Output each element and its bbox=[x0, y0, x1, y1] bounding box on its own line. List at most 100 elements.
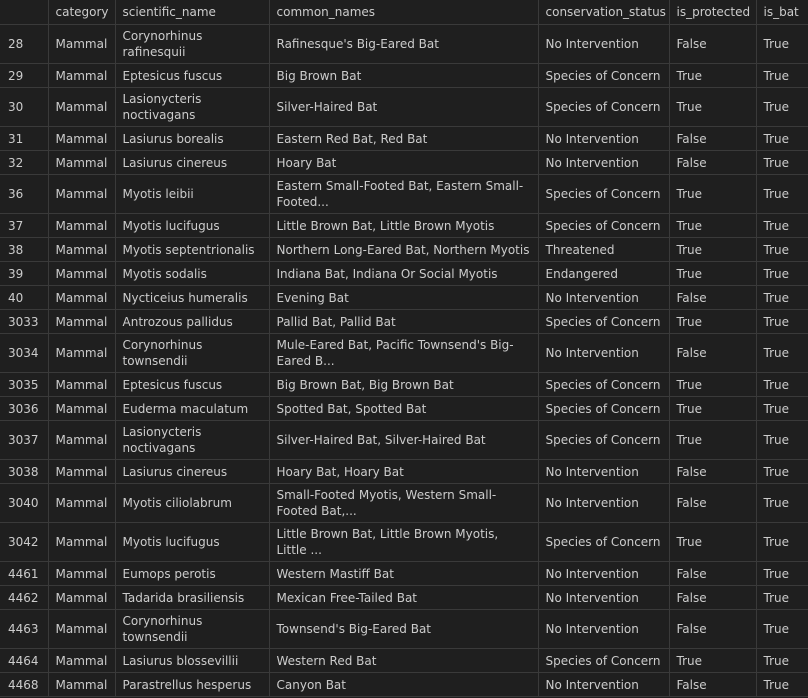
table-row: 38 Mammal Myotis septentrionalis Northern L… bbox=[0, 237, 808, 262]
conservation-status-column-header[interactable]: conservation_status bbox=[538, 0, 670, 25]
row-index: 30 bbox=[0, 87, 49, 127]
conservation-status-cell: No Intervention bbox=[538, 126, 670, 151]
is-bat-cell: True bbox=[756, 285, 808, 310]
row-index: 3035 bbox=[0, 372, 49, 397]
category-cell: Mammal bbox=[48, 213, 116, 238]
scientific-name-cell: Lasiurus borealis bbox=[115, 126, 270, 151]
common-names-cell: Small-Footed Myotis, Western Small-Foote… bbox=[269, 483, 539, 523]
is-protected-cell: True bbox=[669, 522, 757, 562]
common-names-cell: Rafinesque's Big-Eared Bat bbox=[269, 24, 539, 64]
category-cell: Mammal bbox=[48, 237, 116, 262]
category-cell: Mammal bbox=[48, 150, 116, 175]
common-names-cell: Little Brown Bat, Little Brown Myotis bbox=[269, 213, 539, 238]
category-cell: Mammal bbox=[48, 459, 116, 484]
row-index: 3042 bbox=[0, 522, 49, 562]
row-index: 3033 bbox=[0, 309, 49, 334]
is-protected-column-header[interactable]: is_protected bbox=[669, 0, 757, 25]
is-protected-cell: True bbox=[669, 372, 757, 397]
scientific-name-cell: Lasiurus cinereus bbox=[115, 459, 270, 484]
row-index: 29 bbox=[0, 63, 49, 88]
row-index: 40 bbox=[0, 285, 49, 310]
common-names-cell: Silver-Haired Bat bbox=[269, 87, 539, 127]
is-bat-cell: True bbox=[756, 150, 808, 175]
scientific-name-column-header[interactable]: scientific_name bbox=[115, 0, 270, 25]
is-protected-cell: False bbox=[669, 126, 757, 151]
row-index: 4464 bbox=[0, 648, 49, 673]
table-row: 32 Mammal Lasiurus cinereus Hoary Bat No Int… bbox=[0, 150, 808, 175]
table-row: 3034 Mammal Corynorhinus townsendii Mule-Ea… bbox=[0, 333, 808, 373]
category-cell: Mammal bbox=[48, 609, 116, 649]
common-names-cell: Little Brown Bat, Little Brown Myotis, L… bbox=[269, 522, 539, 562]
is-protected-cell: False bbox=[669, 24, 757, 64]
is-protected-cell: True bbox=[669, 261, 757, 286]
conservation-status-cell: Species of Concern bbox=[538, 648, 670, 673]
is-protected-cell: False bbox=[669, 483, 757, 523]
common-names-cell: Mule-Eared Bat, Pacific Townsend's Big-E… bbox=[269, 333, 539, 373]
is-bat-cell: True bbox=[756, 174, 808, 214]
is-bat-cell: True bbox=[756, 585, 808, 610]
table-row: 39 Mammal Myotis sodalis Indiana Bat, India… bbox=[0, 261, 808, 286]
row-index: 36 bbox=[0, 174, 49, 214]
category-cell: Mammal bbox=[48, 420, 116, 460]
is-bat-cell: True bbox=[756, 87, 808, 127]
is-bat-cell: True bbox=[756, 672, 808, 697]
conservation-status-cell: Species of Concern bbox=[538, 396, 670, 421]
conservation-status-cell: No Intervention bbox=[538, 672, 670, 697]
table-row: 40 Mammal Nycticeius humeralis Evening Bat N… bbox=[0, 285, 808, 310]
conservation-status-cell: Endangered bbox=[538, 261, 670, 286]
row-index: 3034 bbox=[0, 333, 49, 373]
row-index: 3037 bbox=[0, 420, 49, 460]
common-names-cell: Silver-Haired Bat, Silver-Haired Bat bbox=[269, 420, 539, 460]
is-bat-cell: True bbox=[756, 561, 808, 586]
conservation-status-cell: Species of Concern bbox=[538, 420, 670, 460]
is-protected-cell: False bbox=[669, 150, 757, 175]
conservation-status-cell: No Intervention bbox=[538, 609, 670, 649]
common-names-column-header[interactable]: common_names bbox=[269, 0, 539, 25]
row-index: 38 bbox=[0, 237, 49, 262]
table-row: 3040 Mammal Myotis ciliolabrum Small-Footed… bbox=[0, 483, 808, 523]
category-cell: Mammal bbox=[48, 126, 116, 151]
category-cell: Mammal bbox=[48, 372, 116, 397]
row-index: 4463 bbox=[0, 609, 49, 649]
table-row: 37 Mammal Myotis lucifugus Little Brown Bat… bbox=[0, 213, 808, 238]
scientific-name-cell: Antrozous pallidus bbox=[115, 309, 270, 334]
row-index: 4462 bbox=[0, 585, 49, 610]
row-index: 4468 bbox=[0, 672, 49, 697]
data-table: category scientific_name common_names co… bbox=[0, 0, 808, 697]
is-protected-cell: True bbox=[669, 309, 757, 334]
common-names-cell: Big Brown Bat, Big Brown Bat bbox=[269, 372, 539, 397]
is-protected-cell: True bbox=[669, 648, 757, 673]
is-protected-cell: True bbox=[669, 420, 757, 460]
table-row: 31 Mammal Lasiurus borealis Eastern Red Bat… bbox=[0, 126, 808, 151]
is-protected-cell: True bbox=[669, 63, 757, 88]
common-names-cell: Eastern Small-Footed Bat, Eastern Small-… bbox=[269, 174, 539, 214]
is-bat-column-header[interactable]: is_bat bbox=[756, 0, 808, 25]
conservation-status-cell: Species of Concern bbox=[538, 213, 670, 238]
table-row: 3033 Mammal Antrozous pallidus Pallid Bat, … bbox=[0, 309, 808, 334]
conservation-status-cell: No Intervention bbox=[538, 459, 670, 484]
is-bat-cell: True bbox=[756, 213, 808, 238]
conservation-status-cell: No Intervention bbox=[538, 561, 670, 586]
is-protected-cell: True bbox=[669, 237, 757, 262]
common-names-cell: Big Brown Bat bbox=[269, 63, 539, 88]
is-bat-cell: True bbox=[756, 648, 808, 673]
conservation-status-cell: Species of Concern bbox=[538, 63, 670, 88]
table-row: 3038 Mammal Lasiurus cinereus Hoary Bat, Ho… bbox=[0, 459, 808, 484]
table-row: 29 Mammal Eptesicus fuscus Big Brown Bat Spe… bbox=[0, 63, 808, 88]
common-names-cell: Northern Long-Eared Bat, Northern Myotis bbox=[269, 237, 539, 262]
scientific-name-cell: Euderma maculatum bbox=[115, 396, 270, 421]
table-row: 4464 Mammal Lasiurus blossevillii Western R… bbox=[0, 648, 808, 673]
category-cell: Mammal bbox=[48, 522, 116, 562]
category-column-header[interactable]: category bbox=[48, 0, 116, 25]
scientific-name-cell: Eptesicus fuscus bbox=[115, 63, 270, 88]
table-row: 3042 Mammal Myotis lucifugus Little Brown B… bbox=[0, 522, 808, 562]
scientific-name-cell: Nycticeius humeralis bbox=[115, 285, 270, 310]
is-bat-cell: True bbox=[756, 372, 808, 397]
table-row: 3036 Mammal Euderma maculatum Spotted Bat, … bbox=[0, 396, 808, 421]
table-row: 36 Mammal Myotis leibii Eastern Small-Foote… bbox=[0, 174, 808, 214]
common-names-cell: Indiana Bat, Indiana Or Social Myotis bbox=[269, 261, 539, 286]
scientific-name-cell: Tadarida brasiliensis bbox=[115, 585, 270, 610]
conservation-status-cell: Species of Concern bbox=[538, 174, 670, 214]
table-row: 3035 Mammal Eptesicus fuscus Big Brown Bat,… bbox=[0, 372, 808, 397]
common-names-cell: Evening Bat bbox=[269, 285, 539, 310]
